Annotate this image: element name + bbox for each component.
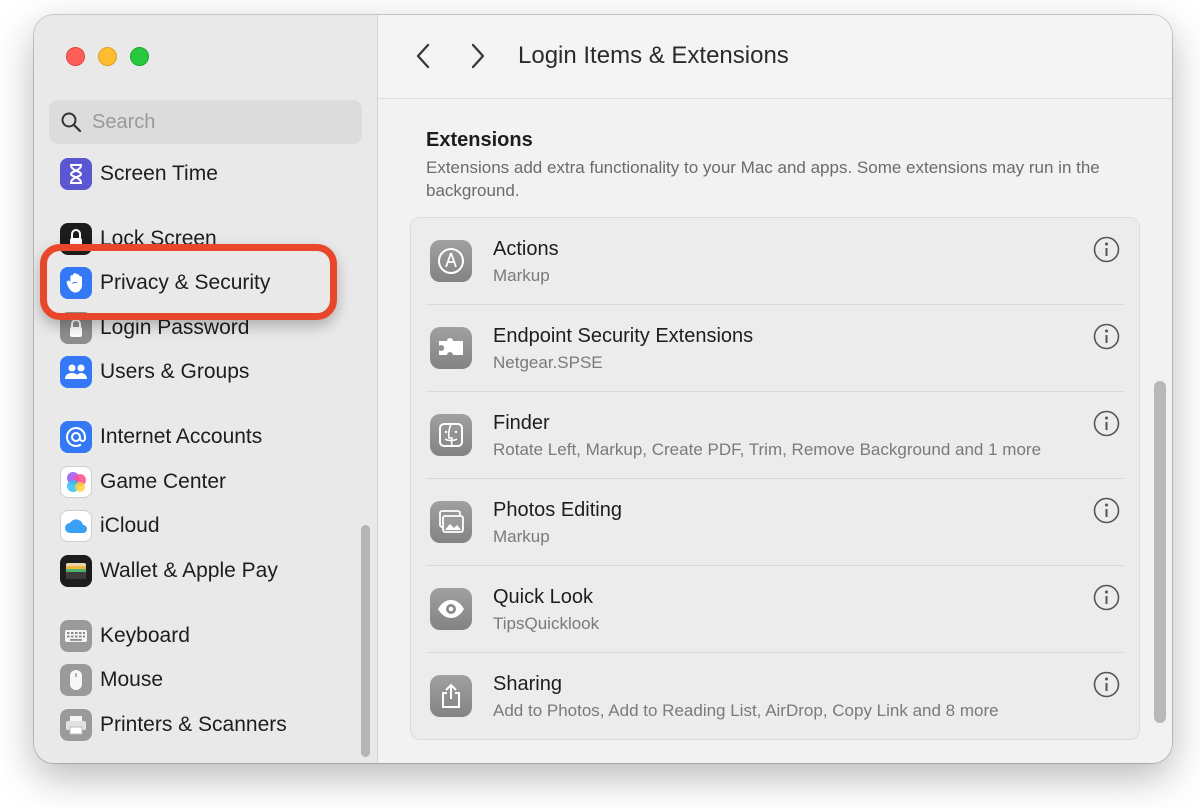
list-item-photos-editing[interactable]: Photos Editing Markup: [411, 479, 1139, 566]
sidebar-item-label: Game Center: [100, 470, 227, 493]
list-item-endpoint-security[interactable]: Endpoint Security Extensions Netgear.SPS…: [411, 305, 1139, 392]
info-icon[interactable]: [1093, 323, 1120, 350]
highlight-annotation: [40, 244, 337, 320]
extension-detail: TipsQuicklook: [493, 614, 600, 633]
mouse-icon: [60, 664, 92, 696]
page-title: Login Items & Extensions: [518, 42, 789, 69]
eye-icon: [430, 588, 472, 630]
search-icon: [61, 112, 82, 133]
sidebar-item-mouse[interactable]: Mouse: [60, 662, 163, 698]
photos-icon: [430, 501, 472, 543]
settings-window: Screen Time Lock Screen Privacy & Securi…: [34, 15, 1172, 763]
extension-detail: Markup: [493, 527, 550, 546]
toolbar: Login Items & Extensions: [378, 15, 1172, 99]
sidebar-scrollbar[interactable]: [361, 525, 370, 757]
sidebar-item-users-groups[interactable]: Users & Groups: [60, 354, 249, 390]
finder-icon: [430, 414, 472, 456]
extension-name: Endpoint Security Extensions: [493, 325, 754, 347]
sidebar-item-wallet[interactable]: Wallet & Apple Pay: [60, 553, 278, 589]
sidebar-item-label: Users & Groups: [100, 360, 250, 383]
actions-icon: [430, 240, 472, 282]
hourglass-icon: [60, 158, 92, 190]
extension-detail: Add to Photos, Add to Reading List, AirD…: [493, 701, 999, 720]
forward-button[interactable]: [468, 42, 488, 70]
wallet-icon: [60, 555, 92, 587]
search-input[interactable]: [92, 110, 342, 134]
game-center-icon: [60, 466, 92, 498]
info-icon[interactable]: [1093, 584, 1120, 611]
extension-name: Sharing: [493, 673, 562, 695]
window-controls: [66, 47, 149, 66]
sidebar-item-printers[interactable]: Printers & Scanners: [60, 707, 287, 743]
list-item-sharing[interactable]: Sharing Add to Photos, Add to Reading Li…: [411, 653, 1139, 740]
main-scrollbar[interactable]: [1154, 381, 1166, 723]
sidebar-item-icloud[interactable]: iCloud: [60, 508, 160, 544]
info-icon[interactable]: [1093, 410, 1120, 437]
sidebar-item-label: Screen Time: [100, 162, 218, 185]
puzzle-icon: [430, 327, 472, 369]
info-icon[interactable]: [1093, 671, 1120, 698]
list-item-actions[interactable]: Actions Markup: [411, 218, 1139, 305]
section-description: Extensions add extra functionality to yo…: [426, 158, 1100, 200]
cloud-icon: [60, 510, 92, 542]
sidebar-item-internet-accounts[interactable]: Internet Accounts: [60, 419, 262, 455]
extension-detail: Markup: [493, 266, 550, 285]
printer-icon: [60, 709, 92, 741]
extensions-list: Actions Markup Endpoint Security Extensi…: [410, 217, 1140, 740]
share-icon: [430, 675, 472, 717]
info-icon[interactable]: [1093, 236, 1120, 263]
zoom-window-button[interactable]: [130, 47, 149, 66]
sidebar-item-keyboard[interactable]: Keyboard: [60, 618, 190, 654]
extension-name: Quick Look: [493, 586, 594, 608]
users-icon: [60, 356, 92, 388]
sidebar-item-label: Printers & Scanners: [100, 713, 287, 736]
sidebar-item-label: iCloud: [100, 514, 160, 537]
info-icon[interactable]: [1093, 497, 1120, 524]
sidebar-item-screen-time[interactable]: Screen Time: [60, 156, 218, 192]
sidebar-item-label: Internet Accounts: [100, 425, 263, 448]
list-item-finder[interactable]: Finder Rotate Left, Markup, Create PDF, …: [411, 392, 1139, 479]
sidebar: Screen Time Lock Screen Privacy & Securi…: [34, 15, 378, 763]
minimize-window-button[interactable]: [98, 47, 117, 66]
search-field[interactable]: [49, 100, 362, 144]
sidebar-item-label: Keyboard: [100, 624, 190, 647]
extension-name: Finder: [493, 412, 550, 434]
list-item-quick-look[interactable]: Quick Look TipsQuicklook: [411, 566, 1139, 653]
sidebar-item-label: Mouse: [100, 668, 164, 691]
main-pane: Login Items & Extensions Extensions Exte…: [378, 15, 1172, 763]
sidebar-item-label: Wallet & Apple Pay: [100, 559, 278, 582]
at-icon: [60, 421, 92, 453]
section-title: Extensions: [426, 129, 533, 151]
extension-detail: Netgear.SPSE: [493, 353, 603, 372]
sidebar-item-game-center[interactable]: Game Center: [60, 464, 226, 500]
extension-detail: Rotate Left, Markup, Create PDF, Trim, R…: [493, 440, 1042, 459]
extension-name: Photos Editing: [493, 499, 622, 521]
keyboard-icon: [60, 620, 92, 652]
back-button[interactable]: [413, 42, 433, 70]
extension-name: Actions: [493, 238, 559, 260]
close-window-button[interactable]: [66, 47, 85, 66]
